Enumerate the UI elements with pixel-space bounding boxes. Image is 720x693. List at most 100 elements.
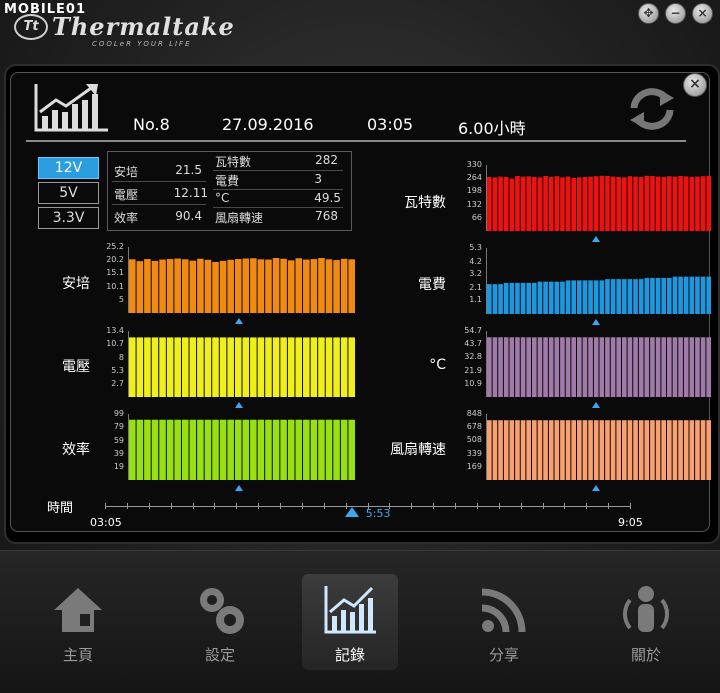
chart-volts-bar [265,337,272,397]
chart-watts-plot [487,175,712,231]
chart-eff-marker [235,485,244,491]
chart-cost-bar [554,281,560,314]
chart-fan-bar [593,420,599,480]
stat-cost-value: 3 [314,172,322,186]
minimize-icon[interactable]: − [665,3,686,24]
chart-watts-bar [695,176,700,231]
chart-cost-bar [650,277,655,314]
chart-amps-bar [318,258,325,313]
logo-badge: Tt [14,14,48,40]
chart-cost-bar [487,284,492,314]
chart-volts-bar [257,337,265,397]
chart-amps-bar [234,259,242,313]
timeline-tick [608,503,610,509]
chart-volts-bar [212,337,219,397]
chart-fan-bar [700,420,706,480]
nav-about[interactable]: 關於 [598,574,694,670]
chart-fan-bar [554,420,560,480]
chart-watts-bar [503,177,509,231]
panel-close-icon[interactable]: × [683,73,707,97]
chart-watts-bar [571,178,577,231]
chart-temp-bar [526,337,532,397]
chart-amps-bar [174,258,181,313]
chart-fan-bar [582,420,588,480]
timeline-tick [542,503,544,509]
chart-volts-bar [234,337,242,397]
chart-volts-bar [272,337,280,397]
chart-amps-bar [295,258,303,313]
logo-name: Thermaltake [52,12,235,41]
chart-cost-bar [532,282,537,314]
chart-cost-bar [520,282,526,314]
record-number: No.8 [133,115,170,134]
timeline-tick [520,503,522,509]
chart-volts-bar [181,337,189,397]
chart-fan-bar [492,420,498,480]
chart-cost-bar [627,279,633,314]
nav-home[interactable]: 主頁 [30,574,126,670]
timeline-tick [214,503,216,509]
tab-12v[interactable]: 12V [38,157,99,179]
chart-eff-bar [197,419,204,480]
chart-amps-bar [136,261,144,313]
chart-cost-bar [599,280,605,314]
timeline-tick [126,503,128,509]
nav-share[interactable]: 分享 [456,574,552,670]
chart-temp-bar [610,337,616,397]
chart-volts-bar [204,337,212,397]
chart-fan-bar [622,420,627,480]
chart-volts-bar [250,337,257,397]
chart-volts-bar [310,337,318,397]
chart-volts-bar [227,337,234,397]
nav-settings[interactable]: 設定 [172,574,268,670]
chart-temp-tick: 21.9 [464,365,482,375]
stat-volts-label: 電壓 [114,188,139,202]
chart-volts-bar [197,337,204,397]
close-icon[interactable]: × [692,3,713,24]
chart-cost-bar [588,280,593,314]
chart-temp-bar [532,337,537,397]
chart-watts-bar [582,177,588,231]
move-icon[interactable]: ✥ [638,3,659,24]
chart-fan-bar [577,420,582,480]
chart-label-temp: °C [429,357,446,373]
refresh-icon[interactable] [626,86,678,132]
chart-temp-tick: 54.7 [464,326,482,335]
tab-5v[interactable]: 5V [38,182,99,204]
chart-cost-bar [515,282,520,314]
chart-fan-bar [689,420,695,480]
chart-cost-bar [655,277,661,314]
stat-watts-value: 282 [315,153,338,167]
chart-fan-bar [683,420,689,480]
chart-amps-bar [265,259,272,313]
chart-volts-tick: 10.7 [106,339,124,349]
chart-watts-bar [565,176,571,231]
chart-watts-bar [633,176,638,231]
nav-share-label: 分享 [488,646,519,664]
stat-volts-value: 12.11 [173,186,208,200]
chart-eff-bar [348,419,355,480]
timeline-handle[interactable] [344,507,359,517]
chart-cost-plot [487,276,712,314]
tab-3-3v[interactable]: 3.3V [38,207,99,229]
chart-log-icon [324,586,376,634]
nav-log[interactable]: 記錄 [302,574,398,670]
timeline-tick [455,503,456,509]
chart-amps-bar [340,258,348,313]
chart-cost-bar [706,276,712,314]
logo-tagline: COOLeR YOUR LIFE [92,40,192,48]
chart-temp-bar [627,337,633,397]
chart-watts-tick: 198 [466,186,482,196]
timeline-tick [170,503,172,509]
chart-eff-plot [129,419,355,480]
chart-watts-bar [537,177,543,231]
timeline-tick [301,503,303,509]
chart-fan-bar [571,420,577,480]
chart-eff-bar [272,419,280,480]
timeline-tick [105,503,106,509]
chart-eff-bar [204,419,212,480]
chart-temp-bar [661,337,667,397]
chart-volts-bar [340,337,348,397]
chart-volts-bar [136,337,144,397]
chart-watts-bar [655,176,661,231]
